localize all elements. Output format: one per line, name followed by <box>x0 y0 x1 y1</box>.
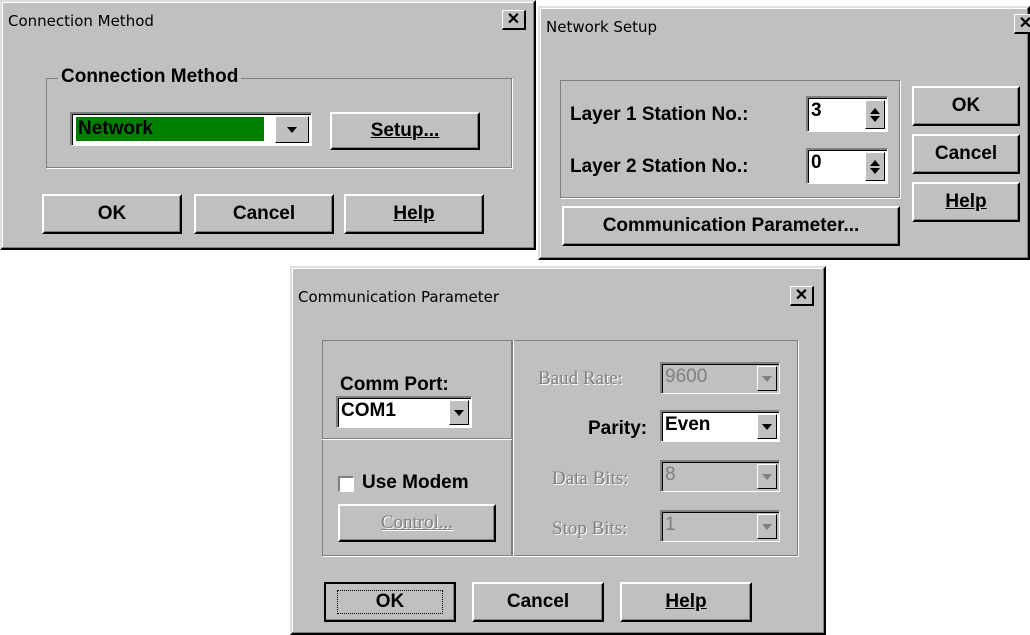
spin-updown-icon[interactable] <box>865 100 885 129</box>
cancel-label: Cancel <box>934 143 998 164</box>
ok-button[interactable]: OK <box>324 582 456 622</box>
baud-rate-label: Baud Rate: <box>538 368 623 389</box>
ok-label: OK <box>97 203 127 224</box>
cancel-button[interactable]: Cancel <box>194 194 334 234</box>
layer1-label: Layer 1 Station No.: <box>570 104 749 125</box>
group-divider <box>322 438 512 440</box>
stop-bits-label: Stop Bits: <box>552 518 628 539</box>
close-icon: ✕ <box>506 11 521 28</box>
setup-button-label: Setup... <box>370 120 440 141</box>
dropdown-arrow-icon[interactable] <box>757 464 777 489</box>
selected-method: Network <box>76 117 264 141</box>
close-button[interactable]: ✕ <box>790 286 814 306</box>
help-button[interactable]: Help <box>912 182 1020 222</box>
close-button[interactable]: ✕ <box>1014 14 1030 34</box>
spin-updown-icon[interactable] <box>865 152 885 181</box>
use-modem-checkbox[interactable] <box>338 476 354 492</box>
parity-select[interactable]: Even <box>660 410 780 442</box>
help-label: Help <box>393 203 435 224</box>
dialog-title: Connection Method <box>8 12 154 30</box>
help-label: Help <box>665 591 707 612</box>
comm-port-select[interactable]: COM1 <box>336 396 472 428</box>
cancel-button[interactable]: Cancel <box>472 582 604 622</box>
cancel-button[interactable]: Cancel <box>912 134 1020 174</box>
data-bits-select[interactable]: 8 <box>660 460 780 492</box>
control-button[interactable]: Control... <box>338 504 496 542</box>
help-label: Help <box>945 191 987 212</box>
setup-button[interactable]: Setup... <box>330 112 480 150</box>
control-label: Control... <box>380 512 454 533</box>
communication-parameter-label: Communication Parameter... <box>602 215 860 236</box>
group-divider <box>511 340 514 556</box>
close-icon: ✕ <box>794 287 809 304</box>
dialog-title: Network Setup <box>546 18 658 36</box>
cancel-label: Cancel <box>506 591 570 612</box>
ok-label: OK <box>951 95 981 116</box>
dropdown-arrow-icon[interactable] <box>275 116 309 143</box>
parity-label: Parity: <box>588 418 648 439</box>
parity-value: Even <box>665 414 711 435</box>
layer2-label: Layer 2 Station No.: <box>570 156 749 177</box>
dialog-title: Communication Parameter <box>298 288 500 306</box>
layer2-value: 0 <box>811 152 822 173</box>
ok-label: OK <box>336 590 444 614</box>
comm-port-label: Comm Port: <box>340 374 449 395</box>
network-setup-dialog: Network Setup ✕ Layer 1 Station No.: 3 L… <box>538 6 1030 260</box>
layer1-value: 3 <box>811 100 822 121</box>
layer2-station-input[interactable]: 0 <box>806 148 888 184</box>
communication-parameter-button[interactable]: Communication Parameter... <box>562 206 900 246</box>
dropdown-arrow-icon[interactable] <box>757 414 777 439</box>
dropdown-arrow-icon[interactable] <box>449 400 469 425</box>
connection-method-select[interactable]: Network <box>70 112 312 146</box>
close-button[interactable]: ✕ <box>502 10 526 30</box>
stop-bits-value: 1 <box>665 514 676 535</box>
dropdown-arrow-icon[interactable] <box>757 366 777 391</box>
help-button[interactable]: Help <box>620 582 752 622</box>
ok-button[interactable]: OK <box>42 194 182 234</box>
use-modem-label: Use Modem <box>362 472 469 493</box>
baud-rate-select[interactable]: 9600 <box>660 362 780 394</box>
data-bits-label: Data Bits: <box>552 468 629 489</box>
help-button[interactable]: Help <box>344 194 484 234</box>
dropdown-arrow-icon[interactable] <box>757 514 777 539</box>
ok-button[interactable]: OK <box>912 86 1020 126</box>
close-icon: ✕ <box>1018 15 1030 32</box>
communication-parameter-dialog: Communication Parameter ✕ Comm Port: COM… <box>290 266 826 635</box>
baud-rate-value: 9600 <box>665 366 708 387</box>
connection-method-dialog: Connection Method ✕ Connection Method Ne… <box>0 0 536 250</box>
group-label: Connection Method <box>58 66 242 88</box>
layer1-station-input[interactable]: 3 <box>806 96 888 132</box>
stop-bits-select[interactable]: 1 <box>660 510 780 542</box>
data-bits-value: 8 <box>665 464 676 485</box>
cancel-label: Cancel <box>232 203 296 224</box>
comm-port-value: COM1 <box>341 400 396 421</box>
